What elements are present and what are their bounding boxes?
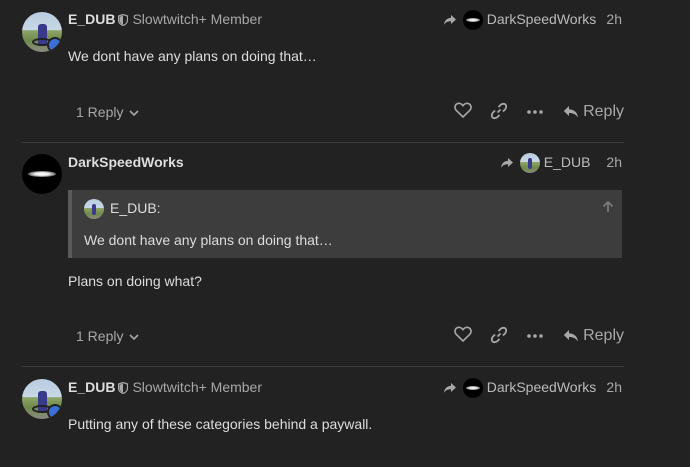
reply-to-avatar xyxy=(519,153,540,174)
reply-button[interactable]: Reply xyxy=(563,324,624,348)
quote-avatar xyxy=(84,199,104,220)
user-title: Slowtwitch+ Member xyxy=(132,11,263,27)
quote-text: We dont have any plans on doing that… xyxy=(84,232,333,248)
reply-arrow-icon xyxy=(563,106,579,118)
reply-to[interactable]: DarkSpeedWorks xyxy=(443,9,597,31)
post-time[interactable]: 2h xyxy=(606,152,622,172)
replies-toggle-button[interactable]: 1 Reply xyxy=(76,100,140,124)
reply-label: Reply xyxy=(583,327,624,344)
reply-arrow-icon xyxy=(563,330,579,342)
reply-to-avatar xyxy=(462,378,483,399)
chevron-down-icon xyxy=(129,324,140,348)
heart-icon[interactable] xyxy=(454,326,474,346)
share-arrow-icon xyxy=(443,379,457,399)
post-time[interactable]: 2h xyxy=(606,377,622,397)
arrow-up-icon[interactable] xyxy=(602,200,614,218)
replies-label: 1 Reply xyxy=(76,328,124,344)
link-icon[interactable] xyxy=(490,102,510,122)
post-meta: E_DUB Slowtwitch+ Member xyxy=(68,9,262,29)
reply-button[interactable]: Reply xyxy=(563,100,624,124)
replies-label: 1 Reply xyxy=(76,104,124,120)
reply-to-username: DarkSpeedWorks xyxy=(486,379,597,395)
post-divider xyxy=(22,366,624,367)
post-meta: DarkSpeedWorks xyxy=(68,152,184,172)
avatar-glow xyxy=(28,171,56,177)
username[interactable]: E_DUB xyxy=(68,11,115,27)
share-arrow-icon xyxy=(500,154,514,174)
shield-icon xyxy=(118,11,129,31)
post-body: We dont have any plans on doing that… xyxy=(68,48,317,64)
reply-to-username: E_DUB xyxy=(543,154,591,170)
user-title: Slowtwitch+ Member xyxy=(132,379,263,395)
ellipsis-icon[interactable] xyxy=(526,102,546,122)
heart-icon[interactable] xyxy=(454,102,474,122)
ellipsis-icon[interactable] xyxy=(526,326,546,346)
reply-to[interactable]: E_DUB xyxy=(500,152,591,174)
replies-toggle-button[interactable]: 1 Reply xyxy=(76,324,140,348)
chevron-down-icon xyxy=(129,100,140,124)
post-divider xyxy=(22,142,624,143)
quote-author: E_DUB: xyxy=(110,200,161,216)
post-actions: 1 Reply Reply xyxy=(68,324,624,348)
post-actions: 1 Reply Reply xyxy=(68,100,624,124)
post-time[interactable]: 2h xyxy=(606,9,622,29)
reply-to-avatar xyxy=(462,10,483,31)
username[interactable]: E_DUB xyxy=(68,379,115,395)
post-meta: E_DUB Slowtwitch+ Member xyxy=(68,377,262,397)
reply-label: Reply xyxy=(583,103,624,120)
reply-to-username: DarkSpeedWorks xyxy=(486,11,597,27)
avatar[interactable] xyxy=(22,154,62,194)
reply-to[interactable]: DarkSpeedWorks xyxy=(443,377,597,399)
avatar[interactable] xyxy=(22,379,62,419)
quote-block: E_DUB: We dont have any plans on doing t… xyxy=(68,190,622,258)
username[interactable]: DarkSpeedWorks xyxy=(68,154,184,170)
link-icon[interactable] xyxy=(490,326,510,346)
avatar[interactable] xyxy=(22,12,62,52)
quote-header: E_DUB: xyxy=(84,198,161,220)
avatar-badge xyxy=(47,404,62,419)
avatar-badge xyxy=(47,37,62,52)
share-arrow-icon xyxy=(443,11,457,31)
post-body: Putting any of these categories behind a… xyxy=(68,416,373,432)
post-body: Plans on doing what? xyxy=(68,273,202,289)
shield-icon xyxy=(118,379,129,399)
